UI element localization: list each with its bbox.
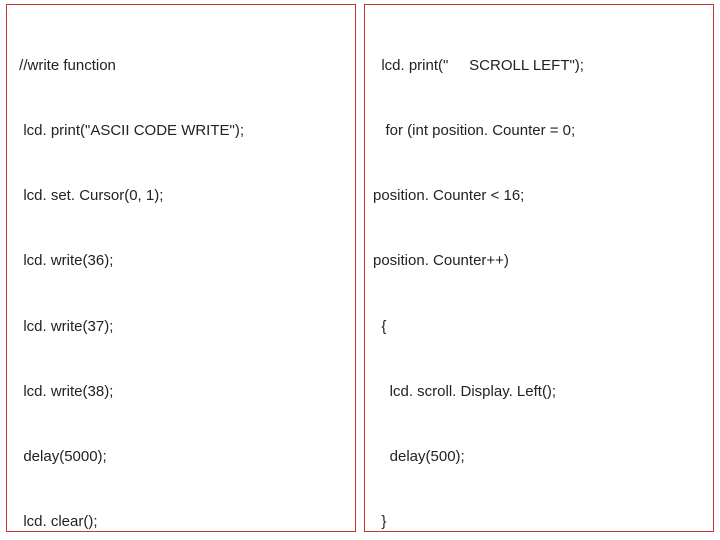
code-line: lcd. scroll. Display. Left(); (373, 381, 705, 403)
code-line: lcd. print(" SCROLL LEFT"); (373, 55, 705, 77)
code-line: lcd. set. Cursor(0, 1); (15, 185, 347, 207)
code-line: delay(5000); (15, 446, 347, 468)
code-line: //write function (15, 55, 347, 77)
code-line: lcd. write(37); (15, 316, 347, 338)
code-line: lcd. write(38); (15, 381, 347, 403)
code-line: lcd. clear(); (15, 511, 347, 532)
code-line: lcd. print("ASCII CODE WRITE"); (15, 120, 347, 142)
code-line: lcd. write(36); (15, 250, 347, 272)
code-line: } (373, 511, 705, 532)
code-line: position. Counter < 16; (373, 185, 705, 207)
code-line: for (int position. Counter = 0; (373, 120, 705, 142)
code-line: delay(500); (373, 446, 705, 468)
code-column-right: lcd. print(" SCROLL LEFT"); for (int pos… (364, 4, 714, 532)
slide: //write function lcd. print("ASCII CODE … (0, 0, 720, 540)
code-line: position. Counter++) (373, 250, 705, 272)
code-column-left: //write function lcd. print("ASCII CODE … (6, 4, 356, 532)
code-line: { (373, 316, 705, 338)
